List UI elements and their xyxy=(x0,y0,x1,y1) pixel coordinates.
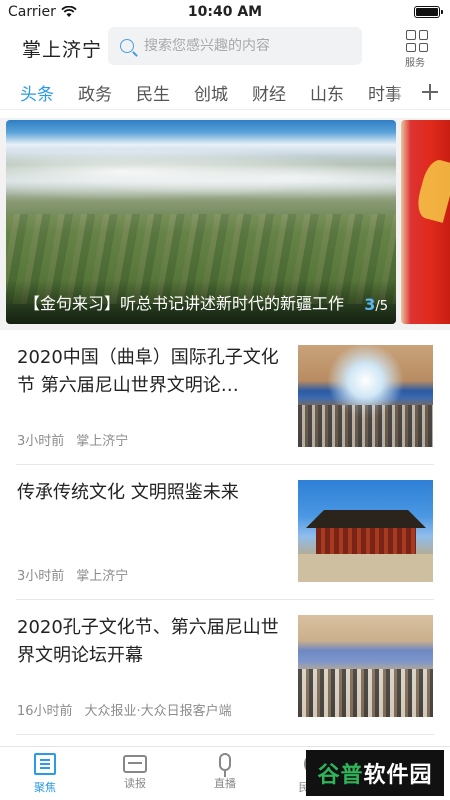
news-title: 传承传统文化 文明照鉴未来 xyxy=(17,482,239,503)
channel-tabs: 头条 政务 民生 创城 财经 山东 时事 xyxy=(0,74,450,110)
newspaper-icon xyxy=(123,755,147,773)
tab-headlines[interactable]: 头条 xyxy=(20,80,54,105)
carousel-counter: 3/5 xyxy=(364,295,388,314)
add-channel-button[interactable] xyxy=(410,74,450,109)
battery-icon xyxy=(414,6,443,18)
tabbar-label: 读报 xyxy=(124,777,146,790)
news-thumbnail xyxy=(298,615,433,717)
grid-icon xyxy=(406,30,428,52)
service-button[interactable]: 服务 xyxy=(404,30,430,69)
news-item[interactable]: 传承传统文化 文明照鉴未来 3小时前 掌上济宁 xyxy=(16,465,434,600)
carousel-next-slide[interactable] xyxy=(401,120,450,324)
tabbar-label: 直播 xyxy=(214,777,236,790)
carousel-title: 【金句来习】听总书记讲述新时代的新疆工作 xyxy=(24,294,345,313)
news-source: 掌上济宁 xyxy=(76,434,129,449)
news-meta: 3小时前 掌上济宁 xyxy=(17,430,128,449)
app-title: 掌上济宁 xyxy=(22,39,103,61)
tab-government[interactable]: 政务 xyxy=(78,80,112,105)
tabbar-item-focus[interactable]: 聚焦 xyxy=(0,753,90,795)
news-title: 2020孔子文化节、第六届尼山世界文明论坛开幕 xyxy=(17,617,279,666)
news-source: 大众报业·大众日报客户端 xyxy=(84,704,232,719)
news-time: 16小时前 xyxy=(17,704,73,719)
search-input[interactable] xyxy=(144,38,344,54)
microphone-icon xyxy=(219,753,231,777)
news-item[interactable]: 2020孔子文化节、第六届尼山世界文明论坛开幕 16小时前 大众报业·大众日报客户… xyxy=(16,600,434,735)
news-time: 3小时前 xyxy=(17,434,65,449)
tabbar-item-live[interactable]: 直播 xyxy=(180,753,270,791)
news-title: 2020中国（曲阜）国际孔子文化节 第六届尼山世界文明论… xyxy=(17,347,279,396)
news-time: 3小时前 xyxy=(17,569,65,584)
tab-finance[interactable]: 财经 xyxy=(252,80,286,105)
tab-civilized-city[interactable]: 创城 xyxy=(194,80,228,105)
tabbar-label: 聚焦 xyxy=(34,781,56,794)
tab-livelihood[interactable]: 民生 xyxy=(136,80,170,105)
status-bar: Carrier 10:40 AM xyxy=(0,0,450,24)
search-icon xyxy=(120,39,134,53)
plus-icon xyxy=(422,84,438,100)
clock: 10:40 AM xyxy=(187,4,263,20)
news-meta: 3小时前 掌上济宁 xyxy=(17,565,128,584)
news-list: 2020中国（曲阜）国际孔子文化节 第六届尼山世界文明论… 3小时前 掌上济宁 传… xyxy=(0,330,450,735)
news-meta: 16小时前 大众报业·大众日报客户端 xyxy=(17,700,232,719)
news-thumbnail xyxy=(298,480,433,582)
service-label: 服务 xyxy=(405,58,425,69)
headline-carousel[interactable]: 【金句来习】听总书记讲述新时代的新疆工作 3/5 xyxy=(0,118,450,330)
tab-shandong[interactable]: 山东 xyxy=(310,80,344,105)
tabbar-item-read-paper[interactable]: 读报 xyxy=(90,753,180,791)
news-source: 掌上济宁 xyxy=(76,569,129,584)
app-header: 掌上济宁 服务 xyxy=(0,26,450,69)
news-icon xyxy=(34,753,56,775)
news-item[interactable]: 2020中国（曲阜）国际孔子文化节 第六届尼山世界文明论… 3小时前 掌上济宁 xyxy=(16,330,434,465)
search-bar[interactable] xyxy=(108,27,362,65)
news-thumbnail xyxy=(298,345,433,447)
carousel-slide[interactable]: 【金句来习】听总书记讲述新时代的新疆工作 3/5 xyxy=(6,120,396,324)
watermark: 谷普软件园 xyxy=(306,750,444,796)
